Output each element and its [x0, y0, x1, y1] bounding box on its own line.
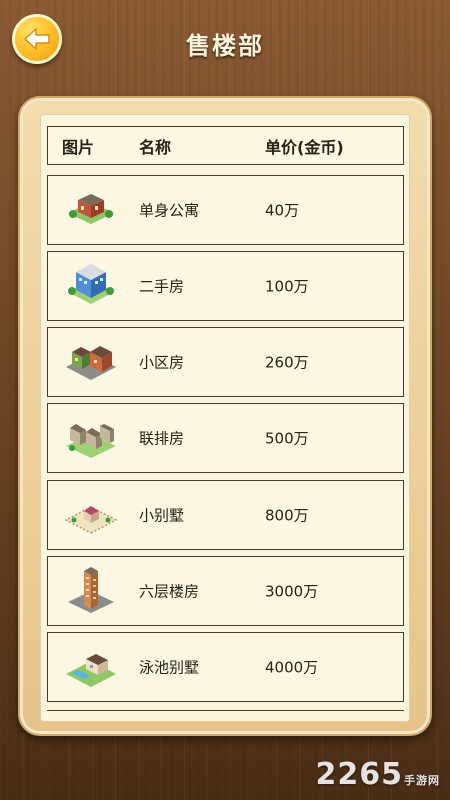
property-name: 小别墅: [139, 506, 185, 525]
table-row[interactable]: 小别墅 800万: [47, 480, 404, 550]
property-table: 图片 名称 单价(金币) 单身公寓 40万 二手房 100万 小区房 260万 …: [40, 114, 410, 722]
table-row[interactable]: 二手房 100万: [47, 251, 404, 321]
table-row[interactable]: 小区房 260万: [47, 327, 404, 397]
page-title: 售楼部: [186, 32, 264, 60]
column-header-name: 名称: [139, 137, 172, 157]
property-name: 单身公寓: [139, 201, 200, 220]
community-house-icon: [66, 346, 116, 380]
property-price: 500万: [265, 429, 309, 448]
column-header-price: 单价(金币): [265, 137, 344, 157]
table-header: 图片 名称 单价(金币): [47, 126, 404, 165]
property-price: 40万: [265, 201, 300, 220]
table-divider: [47, 710, 404, 711]
property-price: 800万: [265, 506, 309, 525]
single-apartment-icon: [68, 194, 114, 224]
table-row[interactable]: 联排房 500万: [47, 403, 404, 473]
six-story-building-icon: [68, 567, 114, 613]
sales-panel: 图片 名称 单价(金币) 单身公寓 40万 二手房 100万 小区房 260万 …: [18, 96, 432, 736]
small-villa-icon: [64, 506, 118, 534]
table-row[interactable]: 泳池别墅 4000万: [47, 632, 404, 702]
watermark-suffix: 手游网: [404, 774, 440, 787]
property-price: 3000万: [265, 582, 319, 601]
property-name: 小区房: [139, 353, 185, 372]
table-row[interactable]: 单身公寓 40万: [47, 175, 404, 245]
property-price: 260万: [265, 353, 309, 372]
property-price: 4000万: [265, 658, 319, 677]
property-name: 联排房: [139, 429, 185, 448]
second-hand-house-icon: [68, 264, 114, 304]
pool-villa-icon: [66, 654, 116, 687]
property-price: 100万: [265, 277, 309, 296]
column-header-image: 图片: [62, 137, 95, 157]
townhouse-icon: [66, 424, 116, 458]
watermark: 2265手游网: [316, 757, 441, 792]
watermark-brand: 2265: [315, 757, 403, 792]
table-row[interactable]: 六层楼房 3000万: [47, 556, 404, 626]
property-name: 六层楼房: [139, 582, 200, 601]
property-name: 二手房: [139, 277, 185, 296]
property-name: 泳池别墅: [139, 658, 200, 677]
